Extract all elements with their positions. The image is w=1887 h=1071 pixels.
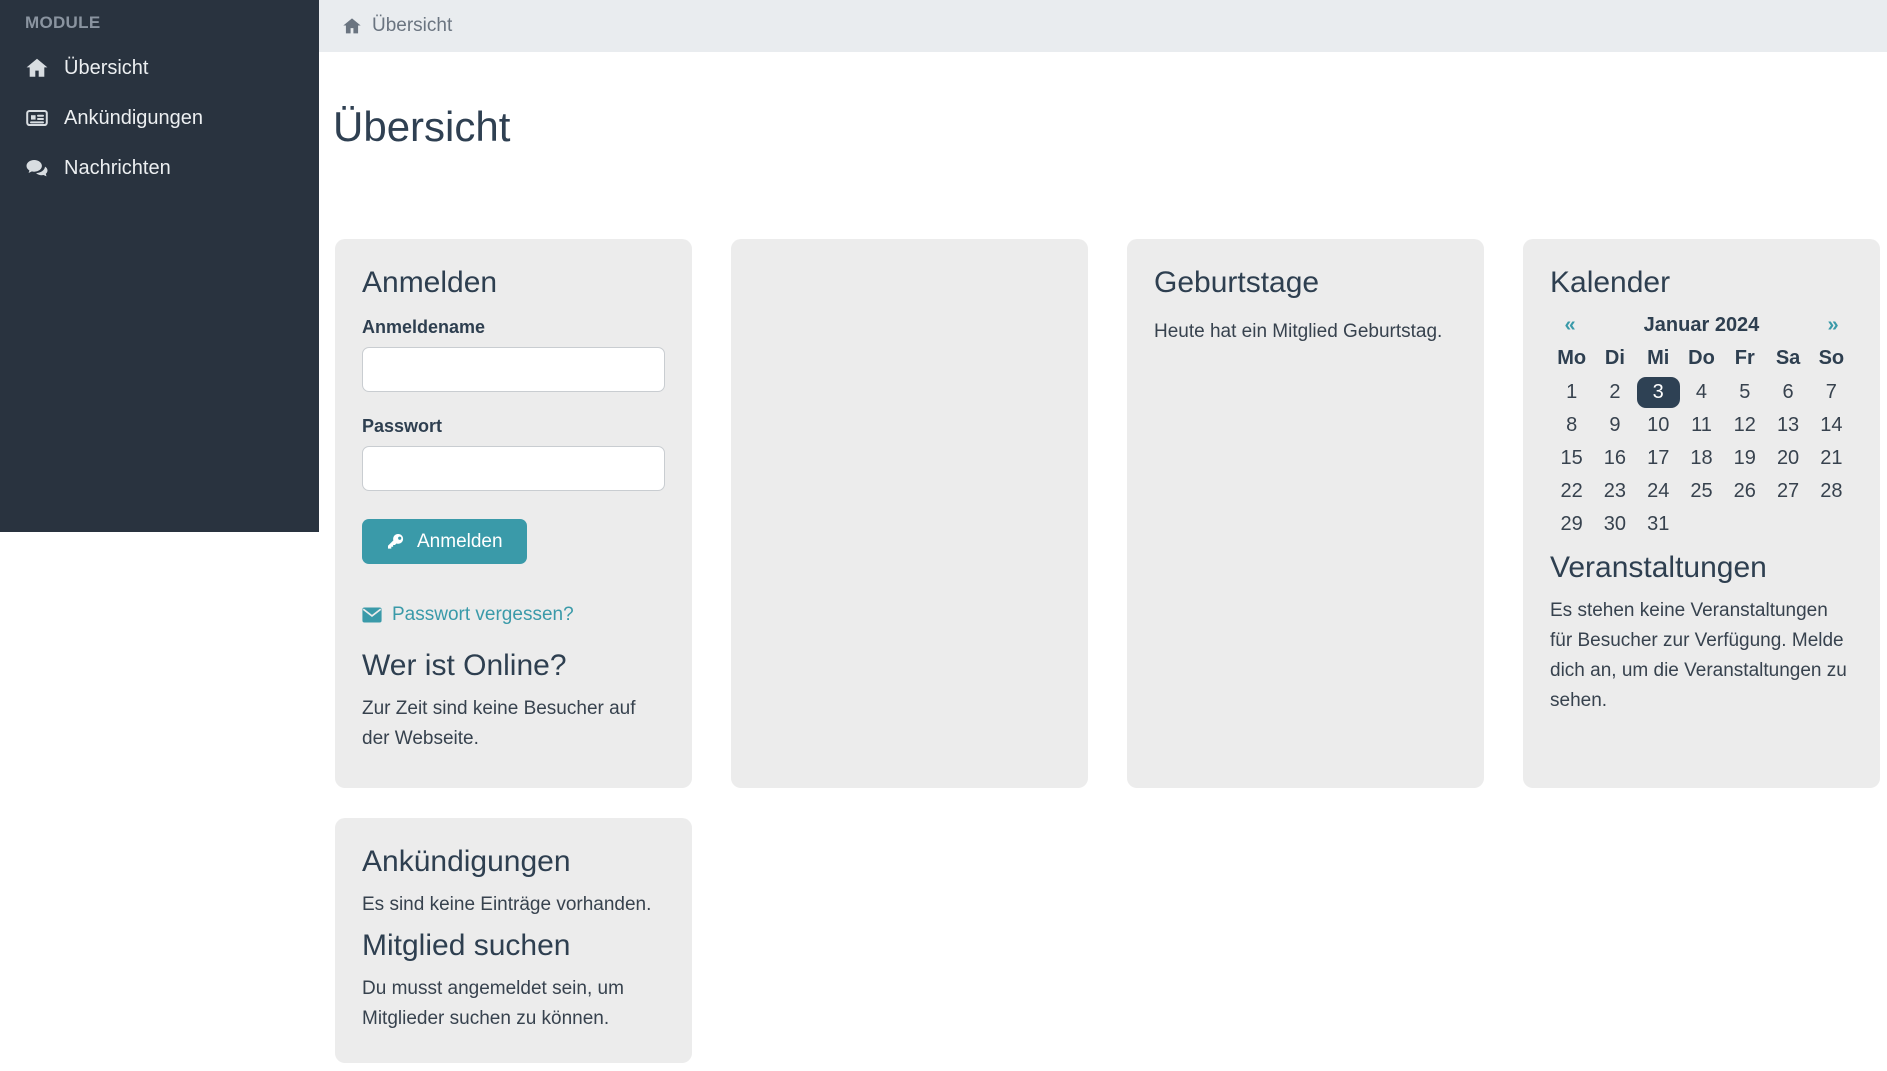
key-icon	[386, 532, 405, 551]
password-label: Passwort	[362, 416, 665, 437]
calendar-day[interactable]: 30	[1593, 509, 1636, 540]
sidebar: MODULE Übersicht Ankündigungen Nachricht…	[0, 0, 319, 532]
whos-online-title: Wer ist Online?	[362, 648, 665, 684]
forgot-password-label: Passwort vergessen?	[392, 604, 574, 626]
calendar-nav: « Januar 2024 »	[1550, 311, 1853, 339]
username-input[interactable]	[362, 347, 665, 392]
sidebar-item-label: Ankündigungen	[64, 107, 203, 130]
password-input[interactable]	[362, 446, 665, 491]
calendar-day[interactable]: 6	[1766, 377, 1809, 408]
calendar-day[interactable]: 16	[1593, 443, 1636, 474]
calendar-day[interactable]: 28	[1810, 476, 1853, 507]
calendar-card: Kalender « Januar 2024 » MoDiMiDoFrSaSo …	[1523, 239, 1880, 788]
login-card: Anmelden Anmeldename Passwort Anmelden P…	[335, 239, 692, 788]
calendar-day[interactable]: 21	[1810, 443, 1853, 474]
login-card-title: Anmelden	[362, 265, 665, 301]
page-title: Übersicht	[333, 100, 510, 155]
calendar-day[interactable]: 27	[1766, 476, 1809, 507]
calendar-weekday: Sa	[1766, 343, 1809, 373]
calendar-day[interactable]: 23	[1593, 476, 1636, 507]
calendar-weekday: Mi	[1637, 343, 1680, 373]
calendar-weekday-row: MoDiMiDoFrSaSo	[1550, 343, 1853, 373]
whos-online-text: Zur Zeit sind keine Besucher auf der Web…	[362, 694, 665, 754]
calendar-weekday: Fr	[1723, 343, 1766, 373]
sidebar-item-uebersicht[interactable]: Übersicht	[0, 43, 319, 93]
calendar-day[interactable]: 13	[1766, 410, 1809, 441]
calendar-next-button[interactable]: »	[1813, 314, 1853, 337]
forgot-password-link[interactable]: Passwort vergessen?	[362, 604, 665, 626]
calendar-day[interactable]: 29	[1550, 509, 1593, 540]
username-label: Anmeldename	[362, 317, 665, 338]
birthdays-text: Heute hat ein Mitglied Geburtstag.	[1154, 317, 1457, 347]
calendar-day[interactable]: 22	[1550, 476, 1593, 507]
calendar-day[interactable]: 10	[1637, 410, 1680, 441]
member-search-text: Du musst angemeldet sein, um Mitglieder …	[362, 974, 665, 1034]
calendar-prev-button[interactable]: «	[1550, 314, 1590, 337]
calendar-day[interactable]: 31	[1637, 509, 1680, 540]
calendar-day[interactable]: 17	[1637, 443, 1680, 474]
calendar-day[interactable]: 20	[1766, 443, 1809, 474]
calendar-day[interactable]: 8	[1550, 410, 1593, 441]
sidebar-item-ankuendigungen[interactable]: Ankündigungen	[0, 93, 319, 143]
calendar-card-title: Kalender	[1550, 265, 1853, 301]
calendar-weekday: Do	[1680, 343, 1723, 373]
announcements-empty-text: Es sind keine Einträge vorhanden.	[362, 890, 665, 920]
envelope-icon	[362, 607, 382, 623]
calendar-day[interactable]: 12	[1723, 410, 1766, 441]
home-icon	[25, 56, 49, 80]
home-icon[interactable]	[342, 16, 362, 36]
calendar-weekday: Mo	[1550, 343, 1593, 373]
sidebar-item-label: Übersicht	[64, 57, 148, 80]
calendar-day-selected[interactable]: 3	[1637, 377, 1680, 408]
breadcrumb-current[interactable]: Übersicht	[372, 15, 452, 37]
calendar-day[interactable]: 1	[1550, 377, 1593, 408]
events-text: Es stehen keine Veranstaltungen für Besu…	[1550, 596, 1853, 716]
breadcrumb: Übersicht	[319, 0, 1887, 52]
member-search-title: Mitglied suchen	[362, 928, 665, 964]
calendar-day[interactable]: 11	[1680, 410, 1723, 441]
dashboard-cards-row: Anmelden Anmeldename Passwort Anmelden P…	[335, 239, 1880, 788]
calendar-day[interactable]: 4	[1680, 377, 1723, 408]
birthdays-card: Geburtstage Heute hat ein Mitglied Gebur…	[1127, 239, 1484, 788]
calendar-day[interactable]: 5	[1723, 377, 1766, 408]
calendar-days-grid: 1234567891011121314151617181920212223242…	[1550, 377, 1853, 540]
events-title: Veranstaltungen	[1550, 550, 1853, 586]
calendar-day[interactable]: 19	[1723, 443, 1766, 474]
calendar-day[interactable]: 24	[1637, 476, 1680, 507]
calendar-day[interactable]: 18	[1680, 443, 1723, 474]
calendar-month-label: Januar 2024	[1590, 314, 1813, 337]
sidebar-item-label: Nachrichten	[64, 157, 171, 180]
login-button-label: Anmelden	[417, 531, 503, 553]
calendar-day[interactable]: 15	[1550, 443, 1593, 474]
newspaper-icon	[25, 106, 49, 130]
login-button[interactable]: Anmelden	[362, 519, 527, 564]
calendar-weekday: Di	[1593, 343, 1636, 373]
calendar-weekday: So	[1810, 343, 1853, 373]
comments-icon	[25, 156, 49, 180]
birthdays-card-title: Geburtstage	[1154, 265, 1457, 301]
calendar-day[interactable]: 7	[1810, 377, 1853, 408]
announcements-card: Ankündigungen Es sind keine Einträge vor…	[335, 818, 692, 1063]
calendar-day[interactable]: 25	[1680, 476, 1723, 507]
sidebar-item-nachrichten[interactable]: Nachrichten	[0, 143, 319, 193]
calendar-day[interactable]: 2	[1593, 377, 1636, 408]
empty-card	[731, 239, 1088, 788]
calendar-day[interactable]: 9	[1593, 410, 1636, 441]
calendar-day[interactable]: 14	[1810, 410, 1853, 441]
sidebar-section-header: MODULE	[0, 0, 319, 43]
announcements-card-title: Ankündigungen	[362, 844, 665, 880]
calendar-day[interactable]: 26	[1723, 476, 1766, 507]
